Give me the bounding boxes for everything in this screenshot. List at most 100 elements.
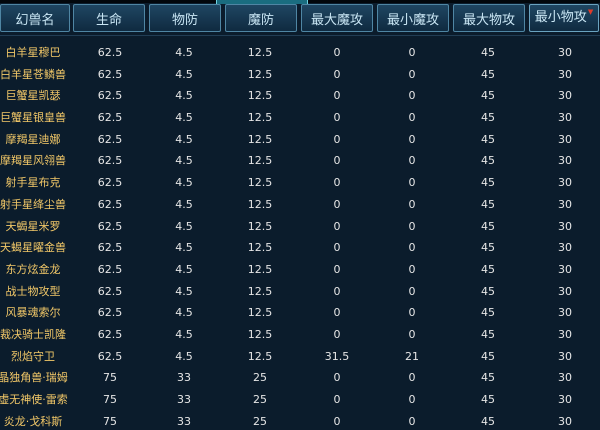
phys-def-cell: 4.5 <box>175 176 193 190</box>
max-mag-atk-cell: 0 <box>333 197 341 211</box>
max-mag-atk-cell: 0 <box>333 89 341 103</box>
hp-cell: 62.5 <box>97 241 123 255</box>
header-phys-def-button[interactable]: 物防 <box>149 4 221 32</box>
table-row[interactable]: 射手星布克 62.5 4.5 12.5 0 0 45 30 <box>0 172 600 194</box>
table-row[interactable]: 战士物攻型 62.5 4.5 12.5 0 0 45 30 <box>0 281 600 303</box>
mag-def-cell: 12.5 <box>247 111 273 125</box>
pet-name-cell: 风暴魂索尔 <box>5 306 61 320</box>
header-hp-button[interactable]: 生命 <box>73 4 145 32</box>
min-mag-atk-cell: 0 <box>408 262 416 276</box>
min-phys-atk-cell: 30 <box>558 154 572 168</box>
table-row[interactable]: 白羊星苍鳞兽 62.5 4.5 12.5 0 0 45 30 <box>0 64 600 86</box>
min-mag-atk-cell: 0 <box>408 219 416 233</box>
hp-cell: 62.5 <box>97 306 123 320</box>
phys-def-cell: 4.5 <box>175 327 193 341</box>
max-mag-atk-cell: 0 <box>333 414 341 428</box>
min-mag-atk-cell: 21 <box>405 349 419 363</box>
hp-cell: 62.5 <box>97 67 123 81</box>
max-mag-atk-cell: 0 <box>333 371 341 385</box>
max-mag-atk-cell: 0 <box>333 154 341 168</box>
max-mag-atk-cell: 0 <box>333 219 341 233</box>
max-mag-atk-cell: 0 <box>333 262 341 276</box>
max-phys-atk-cell: 45 <box>481 67 495 81</box>
header-divider <box>0 35 600 36</box>
min-mag-atk-cell: 0 <box>408 111 416 125</box>
header-hp-label: 生命 <box>95 12 122 28</box>
min-mag-atk-cell: 0 <box>408 89 416 103</box>
mag-def-cell: 25 <box>253 371 267 385</box>
table-row[interactable]: 天蝎星曜金兽 62.5 4.5 12.5 0 0 45 30 <box>0 237 600 259</box>
max-mag-atk-cell: 0 <box>333 241 341 255</box>
max-phys-atk-cell: 45 <box>481 46 495 59</box>
table-row[interactable]: 虚无神使·雷索 75 33 25 0 0 45 30 <box>0 389 600 411</box>
header-min-mag-atk-button[interactable]: 最小魔攻 <box>377 4 449 32</box>
table-row[interactable]: 天蝎星米罗 62.5 4.5 12.5 0 0 45 30 <box>0 216 600 238</box>
pet-name-cell: 晶独角兽·瑞姆 <box>0 371 68 385</box>
min-phys-atk-cell: 30 <box>558 262 572 276</box>
phys-def-cell: 33 <box>177 414 191 428</box>
table-row[interactable]: 烈焰守卫 62.5 4.5 12.5 31.5 21 45 30 <box>0 346 600 368</box>
table-row[interactable]: 摩羯星风翎兽 62.5 4.5 12.5 0 0 45 30 <box>0 150 600 172</box>
table-row[interactable]: 晶独角兽·瑞姆 75 33 25 0 0 45 30 <box>0 367 600 389</box>
min-phys-atk-cell: 30 <box>558 327 572 341</box>
header-max-phys-atk-label: 最大物攻 <box>462 12 515 28</box>
hp-cell: 62.5 <box>97 197 123 211</box>
table-row[interactable]: 射手星绛尘兽 62.5 4.5 12.5 0 0 45 30 <box>0 194 600 216</box>
phys-def-cell: 33 <box>177 371 191 385</box>
min-mag-atk-cell: 0 <box>408 46 416 59</box>
max-phys-atk-cell: 45 <box>481 111 495 125</box>
min-mag-atk-cell: 0 <box>408 132 416 146</box>
max-phys-atk-cell: 45 <box>481 89 495 103</box>
header-name-button[interactable]: 幻兽名 <box>0 4 70 32</box>
mag-def-cell: 12.5 <box>247 67 273 81</box>
max-phys-atk-cell: 45 <box>481 262 495 276</box>
table-body: 白羊星穆巴 62.5 4.5 12.5 0 0 45 30 白羊星苍鳞兽 62.… <box>0 42 600 430</box>
table-row[interactable]: 裁决骑士凯隆 62.5 4.5 12.5 0 0 45 30 <box>0 324 600 346</box>
table-row[interactable]: 白羊星穆巴 62.5 4.5 12.5 0 0 45 30 <box>0 42 600 64</box>
header-mag-def-button[interactable]: 魔防 <box>225 4 297 32</box>
min-phys-atk-cell: 30 <box>558 393 572 406</box>
max-phys-atk-cell: 45 <box>481 197 495 211</box>
pet-name-cell: 白羊星穆巴 <box>5 46 61 59</box>
pet-name-cell: 烈焰守卫 <box>11 349 55 363</box>
table-row[interactable]: 东方炫金龙 62.5 4.5 12.5 0 0 45 30 <box>0 259 600 281</box>
hp-cell: 62.5 <box>97 219 123 233</box>
max-mag-atk-cell: 31.5 <box>324 349 350 363</box>
max-phys-atk-cell: 45 <box>481 154 495 168</box>
table-row[interactable]: 摩羯星迪娜 62.5 4.5 12.5 0 0 45 30 <box>0 129 600 151</box>
phys-def-cell: 4.5 <box>175 262 193 276</box>
pet-name-cell: 裁决骑士凯隆 <box>0 327 66 341</box>
max-phys-atk-cell: 45 <box>481 349 495 363</box>
pet-name-cell: 射手星布克 <box>5 176 61 190</box>
header-max-mag-atk-button[interactable]: 最大魔攻 <box>301 4 373 32</box>
header-name-label: 幻兽名 <box>15 12 55 28</box>
phys-def-cell: 4.5 <box>175 349 193 363</box>
table-row[interactable]: 巨蟹星凯瑟 62.5 4.5 12.5 0 0 45 30 <box>0 85 600 107</box>
header-min-phys-atk-label: 最小物攻 <box>534 10 587 25</box>
header-phys-def-label: 物防 <box>171 12 198 28</box>
max-mag-atk-cell: 0 <box>333 67 341 81</box>
min-mag-atk-cell: 0 <box>408 284 416 298</box>
hp-cell: 62.5 <box>97 154 123 168</box>
min-mag-atk-cell: 0 <box>408 241 416 255</box>
hp-cell: 75 <box>103 414 117 428</box>
table-row[interactable]: 巨蟹星银皇兽 62.5 4.5 12.5 0 0 45 30 <box>0 107 600 129</box>
mag-def-cell: 12.5 <box>247 219 273 233</box>
header-min-phys-atk-button[interactable]: 最小物攻 ▼ <box>529 4 599 32</box>
max-phys-atk-cell: 45 <box>481 393 495 406</box>
hp-cell: 62.5 <box>97 89 123 103</box>
min-mag-atk-cell: 0 <box>408 414 416 428</box>
phys-def-cell: 4.5 <box>175 46 193 59</box>
pet-name-cell: 摩羯星迪娜 <box>5 132 61 146</box>
min-phys-atk-cell: 30 <box>558 46 572 59</box>
header-max-phys-atk-button[interactable]: 最大物攻 <box>453 4 525 32</box>
table-row[interactable]: 风暴魂索尔 62.5 4.5 12.5 0 0 45 30 <box>0 302 600 324</box>
min-mag-atk-cell: 0 <box>408 197 416 211</box>
mag-def-cell: 12.5 <box>247 284 273 298</box>
pet-name-cell: 虚无神使·雷索 <box>0 393 68 406</box>
min-mag-atk-cell: 0 <box>408 176 416 190</box>
hp-cell: 62.5 <box>97 132 123 146</box>
header-max-mag-atk-label: 最大魔攻 <box>310 12 363 28</box>
sort-desc-icon: ▼ <box>587 8 594 16</box>
table-row[interactable]: 炎龙·戈科斯 75 33 25 0 0 45 30 <box>0 411 600 430</box>
